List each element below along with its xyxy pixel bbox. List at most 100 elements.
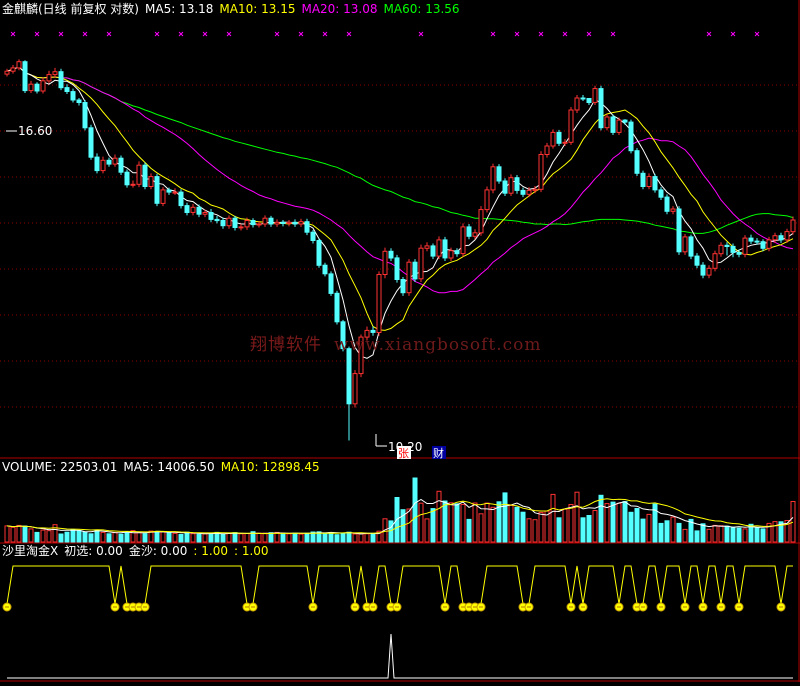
candle [520, 187, 526, 198]
gold-coin-marker [368, 602, 378, 612]
volume-bar [82, 531, 88, 543]
volume-bar [352, 533, 358, 543]
candle [28, 80, 34, 94]
candle-body [544, 145, 550, 155]
gold-coin-marker [638, 602, 648, 612]
candle-body [34, 83, 40, 92]
volume-bar [232, 532, 238, 543]
candle [34, 82, 40, 94]
candle [250, 218, 256, 228]
candle-body [322, 264, 328, 275]
ma5-readout: MA5: 13.18 [145, 2, 214, 16]
candle-body [202, 212, 208, 215]
candle [622, 119, 628, 125]
candle-body [58, 71, 64, 89]
candle-body [430, 245, 436, 257]
candle-body [616, 119, 622, 133]
candle [658, 187, 664, 200]
candle-body [556, 131, 562, 144]
candle-body [10, 67, 16, 72]
indicator-value-4: : 1.00 [233, 544, 269, 558]
volume-bar [292, 532, 298, 543]
volume-bar [586, 515, 592, 543]
candle-body [634, 150, 640, 174]
candle [592, 85, 598, 105]
candle-body [220, 220, 226, 227]
candle-body [148, 176, 154, 188]
badge-cai[interactable]: 财 [432, 446, 446, 460]
candle-body [250, 220, 256, 226]
volume-bar [424, 518, 430, 543]
candle-body [268, 217, 274, 225]
candle-body [424, 245, 430, 249]
candle-body [532, 188, 538, 191]
candle-body [286, 221, 292, 225]
candle [778, 232, 784, 243]
volume-bar [448, 502, 454, 543]
candle-body [64, 87, 70, 92]
candle [310, 229, 316, 244]
jinsha-line [7, 633, 793, 679]
candle [52, 67, 58, 78]
candle-body [418, 247, 424, 280]
candle-body [478, 209, 484, 234]
volume-bar [718, 525, 724, 543]
candle-body [448, 250, 454, 259]
candle-body [376, 274, 382, 333]
candle [76, 97, 82, 106]
candle-body [574, 97, 580, 111]
candle [112, 154, 118, 167]
volume-bar [118, 533, 124, 543]
candle-body [214, 218, 220, 222]
candle-body [568, 109, 574, 143]
candle [388, 248, 394, 261]
volume-bar [28, 528, 34, 543]
volume-bar [670, 516, 676, 543]
volume-bar [580, 517, 586, 543]
volume-bar [298, 533, 304, 543]
candle [706, 265, 712, 279]
candle [274, 219, 280, 227]
volume-bar [676, 522, 682, 543]
volume-bar [142, 533, 148, 543]
candle [10, 65, 16, 74]
candle [610, 114, 616, 136]
candle-body [328, 273, 334, 294]
candle-body [664, 196, 670, 212]
candle [760, 239, 766, 252]
candle [208, 209, 214, 223]
candle-body [106, 159, 112, 165]
candle-body [394, 257, 400, 280]
watermark-cn: 翔博软件 [250, 335, 322, 355]
volume-bar [598, 494, 604, 543]
candle-body [778, 235, 784, 241]
candle [304, 218, 310, 236]
volume-bar [478, 513, 484, 543]
candle-body [190, 206, 196, 213]
candle-body [124, 171, 130, 186]
candle [400, 276, 406, 296]
candle [352, 370, 358, 408]
volume-bar [562, 508, 568, 543]
candle-body [412, 261, 418, 280]
candle-body [652, 176, 658, 191]
candle-body [346, 348, 352, 405]
volume-bar [754, 527, 760, 543]
candle-body [76, 99, 82, 103]
candle [478, 206, 484, 236]
volume-bar [520, 511, 526, 543]
volume-bar [682, 528, 688, 543]
candle [418, 244, 424, 282]
candle-body [622, 119, 628, 123]
candle [538, 151, 544, 193]
candle-body [490, 166, 496, 191]
high-annotation: 16.60 [6, 124, 52, 138]
candle [514, 174, 520, 194]
candle [466, 224, 472, 240]
badge-zhang[interactable]: 张 [397, 446, 411, 460]
candle-body [586, 98, 592, 103]
volume-bar [202, 533, 208, 543]
volume-pane-header: VOLUME: 22503.01 MA5: 14006.50 MA10: 12898… [2, 460, 326, 474]
volume-bar [40, 529, 46, 543]
candle [46, 70, 52, 84]
